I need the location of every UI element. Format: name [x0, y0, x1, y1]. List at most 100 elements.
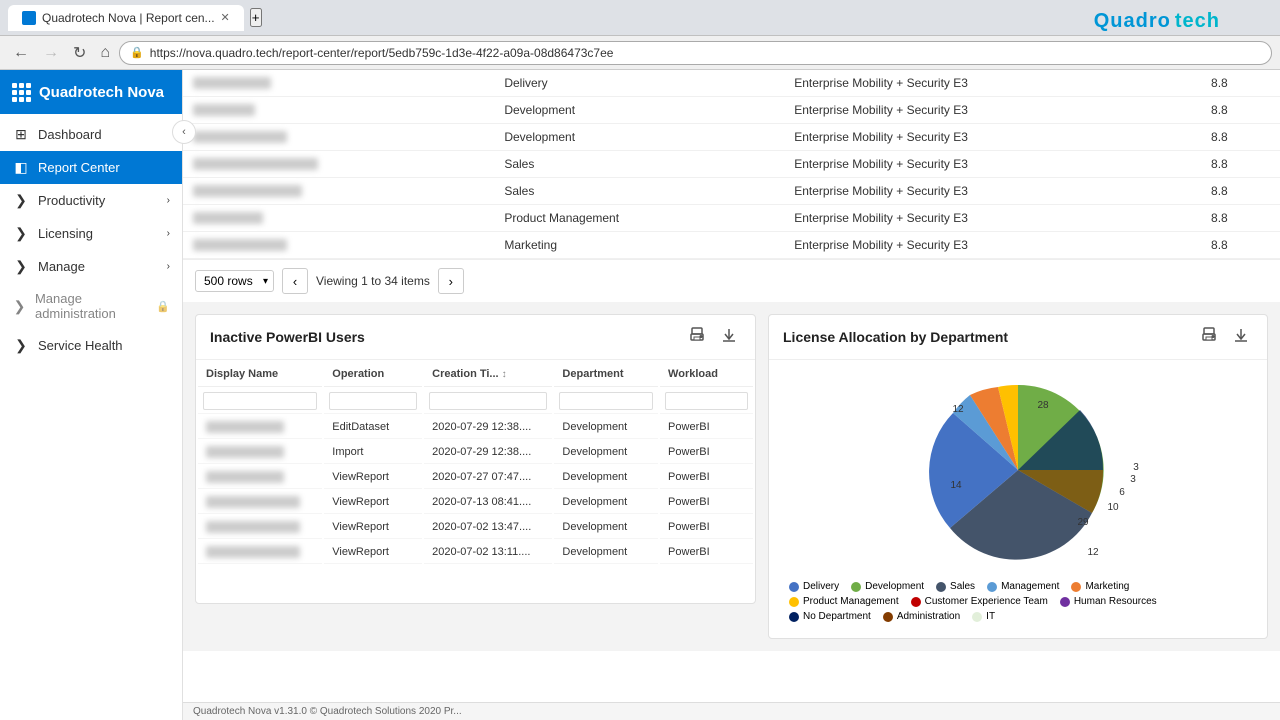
refresh-button[interactable]: ↻ — [68, 41, 91, 65]
inactive-powerbi-panel-header: Inactive PowerBI Users — [196, 315, 755, 360]
user-name-cell: ████████████ — [183, 124, 494, 151]
user-name-cell[interactable]: ██████████ — [198, 416, 322, 439]
workload-cell: PowerBI — [660, 416, 753, 439]
pie-legend: Delivery Development Sales Management Ma… — [779, 575, 1257, 628]
column-filter-input[interactable] — [203, 392, 317, 410]
main-content: ██████████ Delivery Enterprise Mobility … — [183, 70, 1280, 720]
column-filter-input[interactable] — [665, 392, 748, 410]
sidebar-item-licensing[interactable]: ❯ Licensing › — [0, 217, 182, 250]
legend-color-dot — [987, 582, 997, 592]
table-row: █████████ Product Management Enterprise … — [183, 205, 1280, 232]
table-row: ████████████████ Sales Enterprise Mobili… — [183, 151, 1280, 178]
sidebar-item-label: Report Center — [38, 160, 120, 175]
dashboard-icon: ⊞ — [12, 126, 30, 143]
download-button[interactable] — [717, 325, 741, 349]
version-cell: 8.8 — [1201, 151, 1280, 178]
legend-item: Administration — [883, 611, 960, 622]
user-name-cell[interactable]: ████████████ — [198, 516, 322, 539]
sidebar-item-manage[interactable]: ❯ Manage › — [0, 250, 182, 283]
print-button[interactable] — [685, 325, 709, 349]
svg-text:6: 6 — [1119, 487, 1125, 498]
report-center-icon: ◧ — [12, 159, 30, 176]
status-text: Quadrotech Nova v1.31.0 © Quadrotech Sol… — [193, 706, 462, 717]
legend-item: IT — [972, 611, 995, 622]
previous-page-button[interactable]: ‹ — [282, 268, 308, 294]
app-wrapper: Quadrotech Nova ‹ ⊞ Dashboard ◧ Report C… — [0, 70, 1280, 720]
sidebar-item-service-health[interactable]: ❯ Service Health — [0, 329, 182, 362]
sidebar-item-manage-administration[interactable]: ❯ Manage administration 🔒 — [0, 283, 182, 329]
sidebar-item-label: Licensing — [38, 226, 93, 241]
legend-item: Development — [851, 581, 924, 592]
column-filter-input[interactable] — [429, 392, 547, 410]
user-name-cell[interactable]: ████████████ — [198, 541, 322, 564]
sidebar-item-label: Service Health — [38, 338, 123, 353]
user-name-cell: ██████████ — [183, 70, 494, 97]
department-cell: Product Management — [494, 205, 784, 232]
legend-label: Human Resources — [1074, 596, 1157, 607]
rows-per-page-select[interactable]: 500 rows 100 rows 50 rows 25 rows — [195, 270, 274, 292]
back-button[interactable]: ← — [8, 42, 34, 64]
license-cell: Enterprise Mobility + Security E3 — [784, 70, 1201, 97]
creation-time-cell: 2020-07-27 07:47.... — [424, 466, 552, 489]
legend-item: No Department — [789, 611, 871, 622]
sidebar-item-report-center[interactable]: ◧ Report Center — [0, 151, 182, 184]
version-cell: 8.8 — [1201, 124, 1280, 151]
chevron-right-icon: › — [167, 228, 170, 239]
user-name-cell: ████████████ — [183, 232, 494, 259]
operation-cell: Import — [324, 441, 422, 464]
sidebar-collapse-button[interactable]: ‹ — [172, 120, 196, 144]
next-page-button[interactable]: › — [438, 268, 464, 294]
workload-cell: PowerBI — [660, 516, 753, 539]
sidebar-item-dashboard[interactable]: ⊞ Dashboard — [0, 118, 182, 151]
creation-time-cell: 2020-07-29 12:38.... — [424, 441, 552, 464]
legend-label: Customer Experience Team — [925, 596, 1048, 607]
svg-text:12: 12 — [952, 404, 964, 415]
legend-label: Product Management — [803, 596, 899, 607]
svg-text:14: 14 — [950, 480, 962, 491]
table-row: ████████████ Development Enterprise Mobi… — [183, 124, 1280, 151]
sidebar-item-label: Productivity — [38, 193, 105, 208]
user-name-cell[interactable]: ████████████ — [198, 491, 322, 514]
column-filter-input[interactable] — [329, 392, 417, 410]
legend-color-dot — [911, 597, 921, 607]
column-header: Workload — [660, 362, 753, 387]
close-tab-button[interactable]: ✕ — [221, 11, 230, 24]
sidebar-item-productivity[interactable]: ❯ Productivity › — [0, 184, 182, 217]
license-cell: Enterprise Mobility + Security E3 — [784, 97, 1201, 124]
productivity-icon: ❯ — [12, 192, 30, 209]
legend-item: Management — [987, 581, 1059, 592]
browser-tab-bar: Quadrotech Nova | Report cen... ✕ + — [0, 0, 1280, 36]
quadrotech-logo: Quadrotech — [1094, 10, 1220, 33]
user-name-cell[interactable]: ██████████ — [198, 466, 322, 489]
licensing-icon: ❯ — [12, 225, 30, 242]
svg-text:3: 3 — [1130, 474, 1136, 485]
inactive-powerbi-panel: Inactive PowerBI Users — [195, 314, 756, 604]
home-button[interactable]: ⌂ — [95, 42, 115, 64]
user-name-cell: ████████ — [183, 97, 494, 124]
new-tab-button[interactable]: + — [250, 8, 262, 27]
browser-chrome: Quadrotech Nova | Report cen... ✕ + ← → … — [0, 0, 1280, 70]
legend-label: Delivery — [803, 581, 839, 592]
download-pie-button[interactable] — [1229, 325, 1253, 349]
forward-button[interactable]: → — [38, 42, 64, 64]
svg-text:29: 29 — [1077, 517, 1089, 528]
department-cell: Development — [494, 97, 784, 124]
user-name-cell[interactable]: ██████████ — [198, 441, 322, 464]
legend-color-dot — [789, 612, 799, 622]
legend-color-dot — [972, 612, 982, 622]
creation-time-cell: 2020-07-29 12:38.... — [424, 416, 552, 439]
license-cell: Enterprise Mobility + Security E3 — [784, 178, 1201, 205]
legend-color-dot — [789, 582, 799, 592]
rows-per-page-select-wrap[interactable]: 500 rows 100 rows 50 rows 25 rows — [195, 270, 274, 292]
column-filter-input[interactable] — [559, 392, 653, 410]
sidebar-item-label: Manage — [38, 259, 85, 274]
chevron-right-icon: › — [167, 195, 170, 206]
service-health-icon: ❯ — [12, 337, 30, 354]
url-text: https://nova.quadro.tech/report-center/r… — [150, 46, 1261, 60]
department-cell: Development — [554, 416, 658, 439]
lock-icon: 🔒 — [156, 300, 170, 313]
users-table: ██████████ Delivery Enterprise Mobility … — [183, 70, 1280, 259]
department-cell: Sales — [494, 178, 784, 205]
address-bar[interactable]: 🔒 https://nova.quadro.tech/report-center… — [119, 41, 1272, 65]
print-pie-button[interactable] — [1197, 325, 1221, 349]
